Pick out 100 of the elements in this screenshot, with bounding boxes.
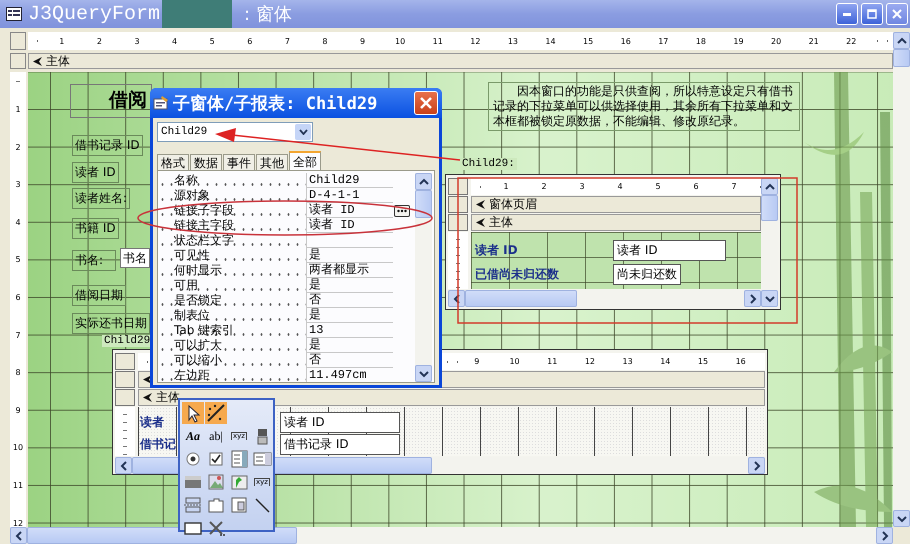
window-title: J3QueryForm	[28, 2, 160, 26]
section-selector[interactable]	[115, 371, 135, 388]
page-break-icon	[183, 495, 203, 515]
field-label: 读者 ID	[72, 162, 119, 183]
maximize-icon	[867, 9, 877, 19]
toolbox-button[interactable]: Aa	[182, 425, 204, 447]
ruler-corner	[115, 353, 135, 370]
properties-icon	[153, 96, 169, 110]
section-selector[interactable]	[10, 53, 26, 69]
property-value-field[interactable]: 是	[306, 278, 393, 293]
vertical-ruler	[448, 232, 468, 289]
property-value-field[interactable]: 读者 ID	[306, 218, 393, 233]
picture-icon	[206, 472, 226, 492]
section-marker-icon	[476, 200, 486, 209]
field-label: 借书记	[138, 436, 177, 452]
ellipsis-icon	[397, 208, 407, 212]
field-textbox[interactable]: 读者 ID	[280, 412, 400, 432]
scroll-thumb[interactable]	[893, 49, 910, 67]
vertical-ruler	[115, 407, 135, 456]
property-value-field[interactable]: D-4-1-1	[306, 188, 393, 203]
field-label: 读者	[138, 414, 165, 430]
scroll-up-button[interactable]	[761, 178, 778, 195]
section-marker-icon	[476, 218, 486, 227]
section-title: 主体	[156, 389, 180, 406]
property-value-field[interactable]: 是	[306, 308, 393, 323]
property-value-field[interactable]: Child29	[306, 173, 393, 188]
property-value-field[interactable]: 11.497cm	[306, 368, 393, 382]
dropdown-list-icon	[229, 449, 249, 469]
section-title: 主体	[489, 214, 513, 231]
minimize-icon	[843, 12, 851, 16]
dropdown-button[interactable]	[295, 124, 311, 140]
redacted-block	[162, 0, 232, 28]
ruler-corner	[10, 32, 26, 50]
scroll-right-button[interactable]	[876, 527, 893, 544]
section-selector[interactable]	[448, 214, 468, 231]
property-value-field[interactable]: 否	[306, 353, 393, 368]
form-icon	[6, 7, 22, 21]
section-title: 主体	[46, 52, 70, 70]
scroll-left-button[interactable]	[10, 527, 27, 544]
scroll-left-button[interactable]	[448, 290, 465, 307]
property-tab[interactable]: 其他	[256, 154, 288, 170]
section-title: 窗体页眉	[489, 196, 537, 213]
field-textbox[interactable]: 借书记录 ID	[280, 434, 400, 454]
vertical-scrollbar[interactable]	[893, 32, 910, 527]
property-value-field[interactable]: 两者都显示	[306, 263, 393, 278]
section-selector[interactable]	[115, 389, 135, 406]
object-dropdown[interactable]: Child29	[157, 122, 313, 142]
scroll-down-button[interactable]	[761, 290, 778, 307]
subform-caption: Child29	[102, 335, 152, 347]
property-value-field[interactable]	[306, 233, 393, 248]
section-bar[interactable]: 窗体页眉	[471, 196, 761, 213]
property-value-field[interactable]: 13	[306, 323, 393, 338]
field-textbox[interactable]: 尚未归还数	[613, 264, 681, 284]
property-value-field[interactable]: 读者 ID	[306, 203, 393, 218]
close-button[interactable]	[886, 3, 908, 25]
section-bar[interactable]: 主体	[28, 53, 893, 69]
section-marker-icon	[33, 56, 43, 66]
vertical-scrollbar[interactable]	[761, 178, 778, 307]
scroll-right-button[interactable]	[748, 457, 765, 474]
scroll-thumb[interactable]	[761, 195, 778, 221]
property-tab[interactable]: 数据	[190, 154, 222, 170]
chevron-down-icon	[298, 129, 308, 135]
vertical-scrollbar[interactable]	[415, 173, 432, 382]
window-title-suffix: : 窗体	[244, 3, 292, 26]
property-value-field[interactable]: 否	[306, 293, 393, 308]
toolbox-button[interactable]	[182, 402, 204, 424]
scroll-left-button[interactable]	[115, 457, 132, 474]
field-textbox[interactable]: 读者 ID	[613, 240, 726, 260]
scroll-down-button[interactable]	[893, 510, 910, 527]
field-label: 借阅日期	[72, 285, 126, 306]
section-bar[interactable]: 主体	[138, 389, 765, 406]
scroll-up-button[interactable]	[893, 32, 910, 49]
book-name-field[interactable]: 书名	[120, 248, 150, 268]
section-selector[interactable]	[448, 196, 468, 213]
subform-caption: Child29:	[460, 158, 517, 170]
dialog-title: 子窗体/子报表: Child29	[173, 92, 378, 114]
property-tab[interactable]: 全部	[289, 151, 321, 170]
field-label: 书籍 ID	[72, 218, 119, 239]
field-label: 读者姓名:	[72, 188, 130, 209]
property-value-field[interactable]: 是	[306, 248, 393, 263]
maximize-button[interactable]	[861, 3, 883, 25]
scroll-thumb[interactable]	[415, 190, 432, 218]
scroll-thumb[interactable]	[465, 290, 577, 307]
scroll-up-button[interactable]	[415, 173, 432, 190]
section-marker-icon	[143, 393, 153, 402]
minimize-button[interactable]	[836, 3, 858, 25]
scroll-right-button[interactable]	[744, 290, 761, 307]
horizontal-scrollbar[interactable]	[448, 290, 761, 307]
section-bar[interactable]: 主体	[471, 214, 761, 231]
scroll-down-button[interactable]	[415, 365, 432, 382]
horizontal-scrollbar[interactable]	[10, 527, 893, 544]
ruler-corner	[448, 178, 468, 195]
property-tab[interactable]: 事件	[223, 154, 255, 170]
field-label: 实际还书日期	[72, 313, 150, 334]
property-tab[interactable]: 格式	[157, 154, 189, 170]
close-icon	[892, 9, 902, 19]
close-button[interactable]	[414, 91, 438, 115]
toolbox-button[interactable]: ab|	[205, 425, 227, 447]
wand-button[interactable]	[205, 402, 227, 424]
property-value-field[interactable]: 是	[306, 338, 393, 353]
